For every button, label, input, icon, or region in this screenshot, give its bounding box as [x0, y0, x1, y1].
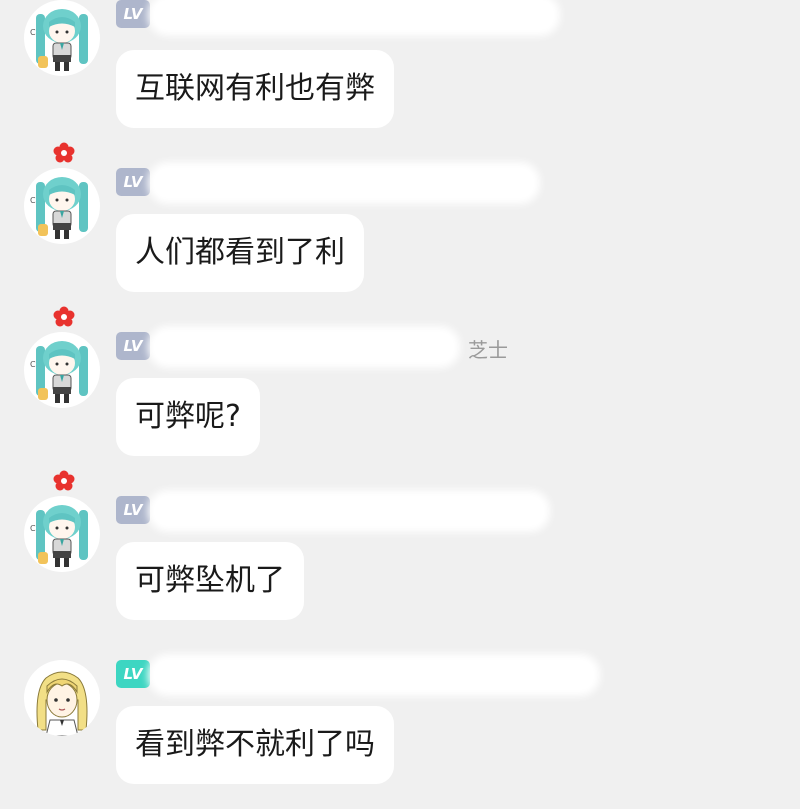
flower-icon — [53, 470, 75, 491]
level-badge: LV — [116, 660, 150, 688]
chat-message-list: C LV 互联网有利也有弊 C LV 人们都看到了利 C LV 芝士 可弊呢? … — [0, 0, 800, 809]
name-row: LV — [116, 496, 616, 526]
avatar[interactable]: C — [24, 496, 100, 572]
message-bubble[interactable]: 互联网有利也有弊 — [116, 50, 394, 128]
name-row: LV — [116, 168, 616, 198]
message-bubble[interactable]: 可弊呢? — [116, 378, 260, 456]
avatar[interactable]: C — [24, 168, 100, 244]
level-badge: LV — [116, 0, 150, 28]
message-bubble[interactable]: 看到弊不就利了吗 — [116, 706, 394, 784]
name-row: LV — [116, 660, 616, 690]
blonde-girl-icon — [36, 671, 88, 736]
avatar[interactable]: C — [24, 332, 100, 408]
chat-message: C LV 人们都看到了利 — [0, 140, 800, 304]
username-redacted — [154, 168, 534, 198]
username-redacted — [154, 332, 454, 362]
flower-icon — [53, 142, 75, 163]
miku-icon: C — [30, 505, 88, 567]
miku-icon: C — [30, 9, 88, 71]
flower-icon — [53, 306, 75, 327]
chat-message: C LV 可弊坠机了 — [0, 468, 800, 632]
level-badge: LV — [116, 496, 150, 524]
svg-text:C: C — [30, 524, 36, 533]
message-bubble[interactable]: 可弊坠机了 — [116, 542, 304, 620]
avatar[interactable]: C — [24, 0, 100, 76]
username-redacted — [154, 660, 594, 690]
miku-icon: C — [30, 341, 88, 403]
avatar[interactable] — [24, 660, 100, 736]
chat-message: LV 看到弊不就利了吗 — [0, 632, 800, 796]
level-badge: LV — [116, 332, 150, 360]
username-redacted — [154, 496, 544, 526]
name-row: LV — [116, 0, 616, 30]
chat-message: C LV 互联网有利也有弊 — [0, 0, 800, 128]
username-fragment: 芝士 — [468, 338, 508, 362]
miku-icon: C — [30, 177, 88, 239]
name-row: LV 芝士 — [116, 332, 616, 362]
svg-text:C: C — [30, 360, 36, 369]
chat-message: C LV 芝士 可弊呢? — [0, 304, 800, 468]
username-redacted — [154, 0, 554, 30]
svg-text:C: C — [30, 28, 36, 37]
svg-text:C: C — [30, 196, 36, 205]
level-badge: LV — [116, 168, 150, 196]
message-bubble[interactable]: 人们都看到了利 — [116, 214, 364, 292]
